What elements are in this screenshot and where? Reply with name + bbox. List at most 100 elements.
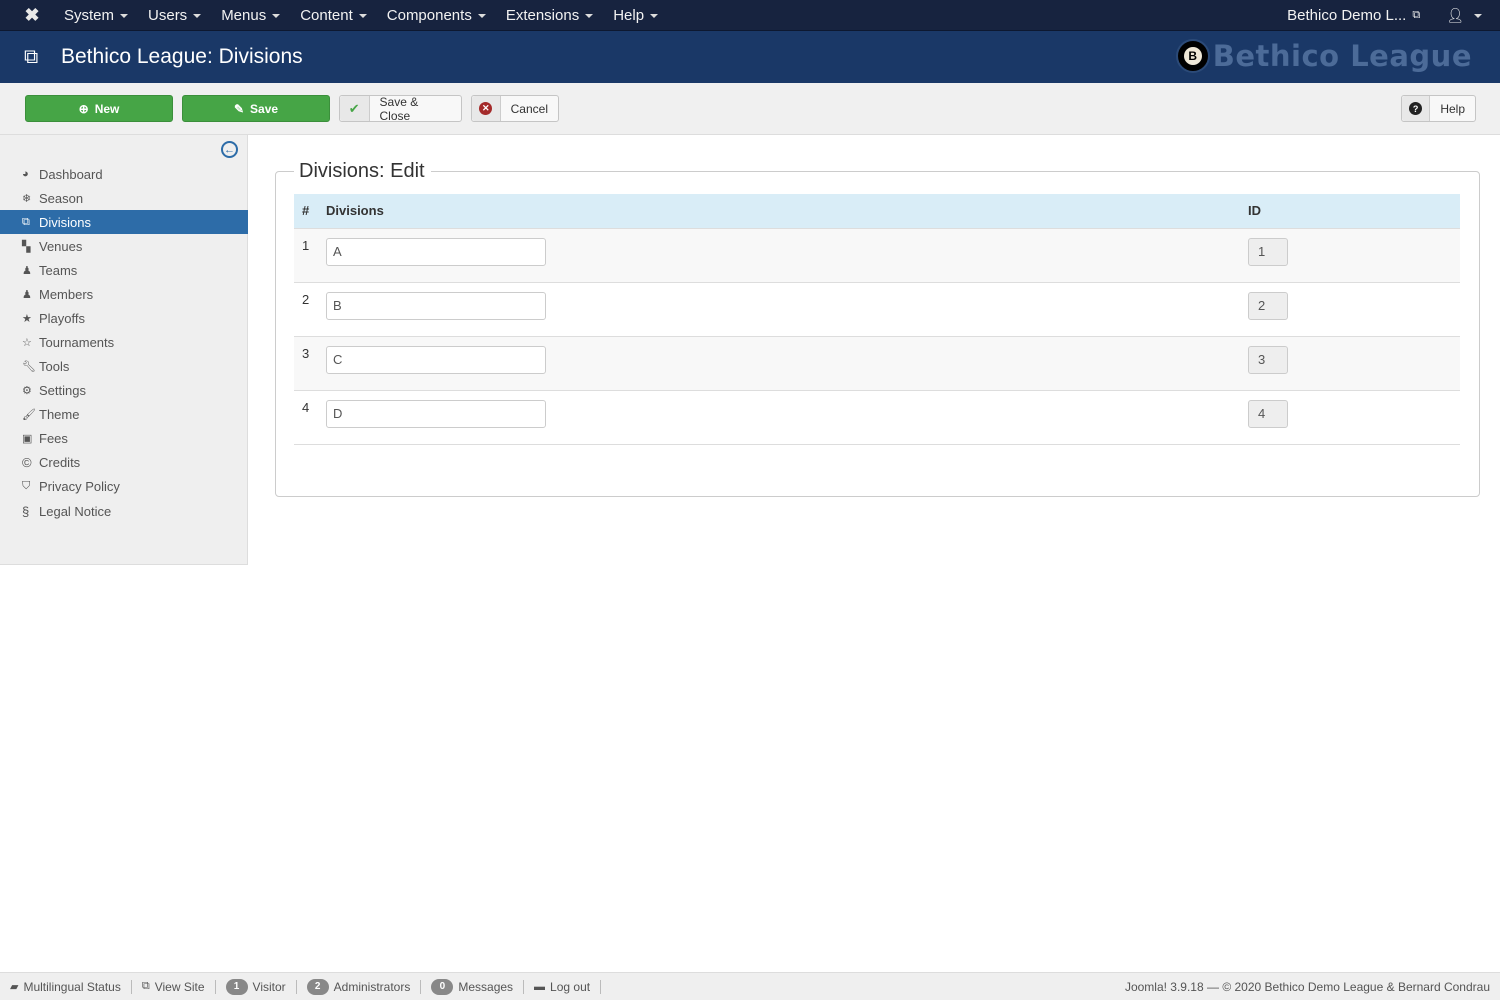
menu-label: Users (148, 6, 188, 24)
brand-badge-icon: B (1175, 39, 1210, 73)
brand-logo: B Bethico League (1175, 39, 1472, 73)
column-header-divisions: Divisions (326, 194, 1248, 229)
division-cell (326, 390, 1248, 444)
row-number: 1 (302, 237, 310, 253)
money-icon: ▣ (22, 432, 33, 445)
caret-down-icon (358, 14, 367, 18)
visitor-count-badge: 1 (225, 978, 248, 995)
divisions-table: # Divisions ID 1 2 3 4 (294, 194, 1460, 445)
division-id-field (1248, 399, 1288, 428)
division-cell (326, 228, 1248, 282)
division-id-field (1248, 291, 1288, 320)
multilingual-label: Multilingual Status (23, 979, 121, 994)
menu-users[interactable]: Users (148, 7, 209, 24)
user-menu[interactable]: 👤︎ (1446, 7, 1482, 24)
messages-link[interactable]: 0 Messages (421, 978, 525, 995)
sidebar-item-members[interactable]: ♟ Members (0, 282, 248, 306)
sidebar-item-venues[interactable]: ▚ Venues (0, 234, 248, 258)
row-number: 2 (302, 291, 310, 307)
sidebar-item-tournaments[interactable]: ☆ Tournaments (0, 330, 248, 354)
question-circle-icon: ? (1402, 96, 1431, 121)
external-link-icon: ⧉ (1412, 8, 1421, 21)
admin-count-badge: 2 (306, 978, 329, 995)
new-button[interactable]: ⊕ New (25, 95, 173, 122)
menu-help[interactable]: Help (613, 7, 666, 24)
sidebar-item-label: Season (39, 190, 84, 206)
menu-components[interactable]: Components (387, 7, 494, 24)
table-row: 1 (294, 228, 1460, 282)
brand-letter: B (1183, 47, 1202, 65)
help-label: Help (1440, 101, 1465, 116)
message-label: Messages (458, 979, 514, 994)
sidebar-item-dashboard[interactable]: ◕ Dashboard (0, 162, 248, 186)
column-header-number: # (294, 194, 326, 229)
division-name-input[interactable] (326, 345, 546, 374)
top-navbar: ✖ System Users Menus Content Components … (0, 0, 1500, 31)
section-icon: § (22, 503, 30, 519)
sidebar-nav: ◕ Dashboard ❄ Season ⧉ Divisions ▚ Venues ♟ T… (0, 162, 248, 524)
save-button[interactable]: ✎ Save (182, 95, 330, 122)
joomla-logo-icon[interactable]: ✖ (0, 0, 64, 31)
main-menu: System Users Menus Content Components Ex… (64, 7, 678, 24)
menu-label: Components (386, 6, 472, 24)
sidebar-item-credits[interactable]: © Credits (0, 450, 248, 474)
view-site-link[interactable]: ⧉ View Site (132, 979, 216, 994)
caret-down-icon (193, 14, 202, 18)
menu-label: Menus (221, 6, 267, 24)
menu-content[interactable]: Content (300, 7, 375, 24)
sidebar-item-season[interactable]: ❄ Season (0, 186, 248, 210)
id-cell (1248, 390, 1460, 444)
sidebar-item-settings[interactable]: ⚙ Settings (0, 378, 248, 402)
division-name-input[interactable] (326, 237, 546, 266)
plus-circle-icon: ⊕ (78, 101, 89, 116)
sidebar-item-divisions[interactable]: ⧉ Divisions (0, 210, 248, 234)
copyright-text: Joomla! 3.9.18 — © 2020 Bethico Demo Lea… (1124, 979, 1490, 994)
site-link-label: Bethico Demo L... (1287, 6, 1407, 24)
visitors-link[interactable]: 1 Visitor (216, 978, 297, 995)
multilingual-status-link[interactable]: ▰ Multilingual Status (0, 979, 132, 994)
sidebar-item-label: Credits (39, 454, 81, 470)
caret-down-icon (120, 14, 129, 18)
division-name-input[interactable] (326, 291, 546, 320)
sidebar-item-teams[interactable]: ♟ Teams (0, 258, 248, 282)
site-link[interactable]: Bethico Demo L... ⧉ (1287, 7, 1420, 24)
venue-icon: ▚ (22, 240, 31, 253)
sidebar-item-theme[interactable]: 🖌︎ Theme (0, 402, 248, 426)
divisions-fieldset: Divisions: Edit # Divisions ID 1 2 3 (275, 160, 1480, 497)
division-id-field (1248, 345, 1288, 374)
sidebar-item-tools[interactable]: 🔧︎ Tools (0, 354, 248, 378)
division-name-input[interactable] (326, 399, 546, 428)
user-icon: ♟ (22, 288, 32, 301)
division-id-field (1248, 237, 1288, 266)
dashboard-icon: ◕ (22, 168, 29, 180)
message-count-badge: 0 (431, 978, 454, 995)
column-header-id: ID (1248, 194, 1460, 229)
help-button[interactable]: ? Help (1401, 95, 1476, 122)
cancel-button[interactable]: ✕ Cancel (471, 95, 559, 122)
shield-icon: ⛉ (22, 479, 31, 492)
collapse-sidebar-icon[interactable]: ← (221, 141, 238, 158)
sidebar-item-fees[interactable]: ▣ Fees (0, 426, 248, 450)
status-bar: ▰ Multilingual Status ⧉ View Site 1 Visitor… (0, 972, 1500, 1000)
star-empty-icon: ☆ (22, 336, 32, 349)
menu-menus[interactable]: Menus (221, 7, 288, 24)
id-cell (1248, 282, 1460, 336)
users-icon: ♟ (22, 264, 32, 277)
administrators-link[interactable]: 2 Administrators (297, 978, 422, 995)
caret-down-icon (1474, 14, 1482, 18)
caret-down-icon (477, 14, 486, 18)
sidebar-item-playoffs[interactable]: ★ Playoffs (0, 306, 248, 330)
external-link-icon: ⧉ (141, 980, 150, 992)
sidebar-item-label: Settings (39, 382, 86, 398)
save-close-button[interactable]: ✔ Save & Close (339, 94, 462, 123)
sidebar-item-privacy-policy[interactable]: ⛉ Privacy Policy (0, 474, 248, 498)
logout-link[interactable]: ▬ Log out (524, 979, 602, 994)
sidebar-item-label: Members (39, 286, 94, 302)
save-close-label: Save & Close (379, 94, 419, 123)
sidebar-item-legal-notice[interactable]: § Legal Notice (0, 498, 248, 524)
menu-extensions[interactable]: Extensions (506, 7, 601, 24)
menu-system[interactable]: System (64, 7, 136, 24)
table-row: 3 (294, 336, 1460, 390)
copy-icon: ⧉ (24, 45, 39, 68)
table-row: 2 (294, 282, 1460, 336)
